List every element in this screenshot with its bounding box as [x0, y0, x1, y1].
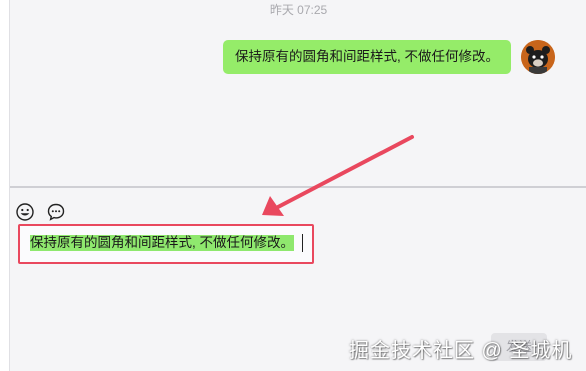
message-input[interactable]: 保持原有的圆角和间距样式, 不做任何修改。 — [18, 224, 314, 264]
message-bubble[interactable]: 保持原有的圆角和间距样式, 不做任何修改。 — [222, 40, 511, 74]
message-timestamp: 昨天 07:25 — [269, 3, 328, 17]
chat-window: 昨天 07:25 保持原有的圆角和间距样式, 不做任何修改。 保持原有的圆角和间… — [9, 0, 586, 371]
text-caret — [302, 234, 303, 252]
chat-bubble-icon[interactable] — [47, 203, 65, 221]
avatar[interactable] — [521, 40, 555, 74]
composer-divider — [10, 186, 586, 188]
watermark: 掘金技术社区 @ 圣城机 — [349, 340, 573, 362]
emoji-icon[interactable] — [16, 203, 34, 221]
selected-input-text[interactable]: 保持原有的圆角和间距样式, 不做任何修改。 — [30, 235, 295, 251]
bear-avatar-icon — [521, 40, 555, 74]
